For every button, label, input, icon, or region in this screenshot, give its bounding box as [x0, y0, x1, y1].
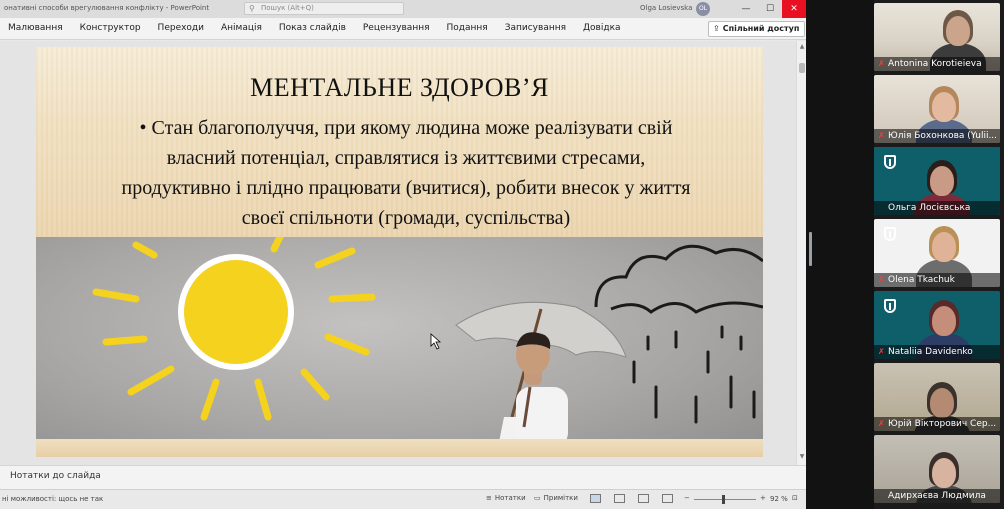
share-icon: ⇪	[713, 24, 720, 33]
close-button[interactable]: ✕	[782, 0, 806, 18]
participant-tile[interactable]: Юлія Бохонкова (Yulii... ✗	[874, 75, 1000, 143]
zoom-in-icon[interactable]: +	[760, 494, 766, 502]
participant-name: Юлія Бохонкова (Yulii...	[874, 129, 1000, 143]
share-label: Спільний доступ	[722, 24, 800, 33]
ribbon-tab[interactable]: Переходи	[158, 23, 204, 33]
participant-tile[interactable]: Ольга Лосієвська	[874, 147, 1000, 215]
sun-icon	[92, 237, 376, 421]
slide-sorter-view-icon[interactable]	[614, 494, 625, 503]
comment-icon: ▭	[534, 494, 541, 502]
fit-slide-icon[interactable]: ⊡	[792, 494, 798, 502]
university-logo-icon	[884, 299, 896, 313]
muted-mic-icon: ✗	[878, 275, 885, 284]
ribbon-tab-list: Малювання Конструктор Переходи Анімація Пока…	[8, 23, 638, 33]
search-placeholder: Пошук (Alt+Q)	[261, 4, 314, 12]
participant-name: Antonina Korotieieva	[874, 57, 1000, 71]
screen: онативні способи врегулювання конфлікту …	[0, 0, 1004, 509]
zoom-out-icon[interactable]: −	[684, 494, 690, 502]
ribbon-tab[interactable]: Рецензування	[363, 23, 430, 33]
slideshow-view-icon[interactable]	[662, 494, 673, 503]
user-name[interactable]: Olga Losievska	[640, 4, 692, 12]
slide[interactable]: МЕНТАЛЬНЕ ЗДОРОВ’Я • Стан благополуччя, …	[36, 47, 763, 457]
participant-name: Ольга Лосієвська	[874, 201, 1000, 215]
comments-toggle-label: Примітки	[543, 494, 578, 502]
ribbon-tab[interactable]: Записування	[505, 23, 566, 33]
zoom-slider-thumb[interactable]	[721, 495, 725, 504]
reading-view-icon[interactable]	[638, 494, 649, 503]
cloud-icon	[594, 244, 763, 314]
scroll-down-icon[interactable]: ▼	[798, 453, 806, 461]
user-avatar[interactable]: OL	[696, 2, 710, 16]
notes-placeholder[interactable]: Нотатки до слайда	[10, 471, 101, 481]
man-with-umbrella-icon	[455, 301, 627, 447]
muted-mic-icon: ✗	[878, 419, 885, 428]
slide-illustration[interactable]	[36, 237, 763, 447]
accessibility-status[interactable]: ні можливості: щось не так	[2, 495, 103, 503]
participant-tile[interactable]: Адирхаєва Людмила	[874, 435, 1000, 503]
muted-mic-icon: ✗	[878, 131, 885, 140]
muted-mic-icon: ✗	[878, 347, 885, 356]
university-logo-icon	[884, 155, 896, 169]
normal-view-icon[interactable]	[590, 494, 601, 503]
resize-handle[interactable]	[809, 232, 812, 266]
search-box[interactable]: ⚲ Пошук (Alt+Q)	[244, 2, 404, 15]
ribbon-tab[interactable]: Подання	[447, 23, 488, 33]
muted-mic-icon: ✗	[878, 59, 885, 68]
zoom-level[interactable]: 92 %	[770, 495, 788, 503]
slide-body-text[interactable]: • Стан благополуччя, при якому людина мо…	[116, 113, 696, 233]
participant-face	[932, 306, 956, 336]
slide-ground-strip	[36, 439, 763, 457]
participant-name: Olena Tkachuk	[874, 273, 1000, 287]
notes-toggle-label: Нотатки	[494, 494, 526, 502]
participant-face	[932, 92, 956, 122]
notes-pane[interactable]: Нотатки до слайда	[0, 465, 806, 489]
participant-face	[932, 458, 956, 488]
participant-name: Адирхаєва Людмила	[874, 489, 1000, 503]
participant-tile[interactable]: Olena Tkachuk ✗	[874, 219, 1000, 287]
participant-tile[interactable]: Юрій Вікторович Сер... ✗	[874, 363, 1000, 431]
participant-face	[932, 232, 956, 262]
video-gallery: Antonina Korotieieva ✗ Юлія Бохонкова (Yul…	[806, 0, 1004, 509]
ribbon-tab[interactable]: Показ слайдів	[279, 23, 346, 33]
scrollbar-thumb[interactable]	[799, 63, 805, 73]
ribbon-tabs: Малювання Конструктор Переходи Анімація Пока…	[0, 18, 806, 40]
notes-toggle-button[interactable]: ≡ Нотатки	[486, 494, 526, 502]
participant-face	[946, 16, 970, 46]
comments-toggle-button[interactable]: ▭ Примітки	[534, 494, 578, 502]
share-button[interactable]: ⇪ Спільний доступ	[708, 21, 806, 37]
powerpoint-window: онативні способи врегулювання конфлікту …	[0, 0, 806, 509]
zoom-slider-track[interactable]	[694, 499, 756, 500]
participant-face	[930, 166, 954, 196]
participant-name: Nataliia Davidenko	[874, 345, 1000, 359]
status-bar: ні можливості: щось не так ≡ Нотатки ▭ При…	[0, 489, 806, 509]
rain-icon	[632, 325, 756, 424]
maximize-button[interactable]: ☐	[758, 0, 782, 18]
participant-face	[930, 388, 954, 418]
university-logo-icon	[884, 227, 896, 241]
minimize-button[interactable]: —	[734, 0, 758, 18]
participant-tile[interactable]: Antonina Korotieieva ✗	[874, 3, 1000, 71]
document-title: онативні способи врегулювання конфлікту …	[4, 4, 210, 12]
title-bar: онативні способи врегулювання конфлікту …	[0, 0, 806, 18]
search-icon: ⚲	[249, 4, 255, 13]
participant-tile[interactable]: Nataliia Davidenko ✗	[874, 291, 1000, 359]
slide-canvas[interactable]: МЕНТАЛЬНЕ ЗДОРОВ’Я • Стан благополуччя, …	[0, 41, 796, 465]
vertical-scrollbar[interactable]: ▲ ▼	[796, 41, 806, 465]
ribbon-tab[interactable]: Малювання	[8, 23, 63, 33]
gallery-gap	[806, 0, 874, 509]
ribbon-tab[interactable]: Анімація	[221, 23, 262, 33]
slide-title[interactable]: МЕНТАЛЬНЕ ЗДОРОВ’Я	[36, 73, 763, 103]
notes-icon: ≡	[486, 494, 492, 502]
ribbon-tab[interactable]: Конструктор	[80, 23, 141, 33]
scroll-up-icon[interactable]: ▲	[798, 43, 806, 51]
ribbon-tab[interactable]: Довідка	[583, 23, 621, 33]
participant-name: Юрій Вікторович Сер...	[874, 417, 1000, 431]
mouse-cursor-icon	[430, 333, 442, 350]
